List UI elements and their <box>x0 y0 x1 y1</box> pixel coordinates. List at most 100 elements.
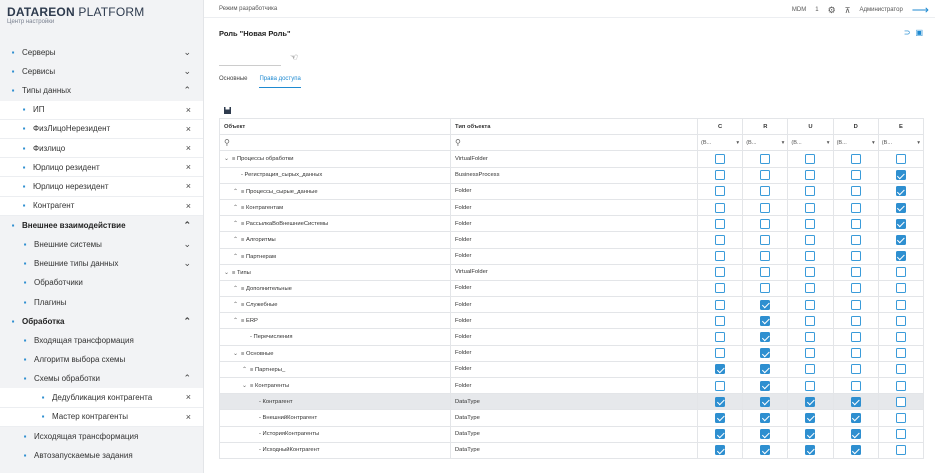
checkbox-r[interactable] <box>760 445 771 456</box>
filter-object[interactable]: ⚲ <box>219 134 451 152</box>
checkbox-r[interactable] <box>760 348 771 359</box>
filter-select-r[interactable]: (В... ▾ <box>744 140 787 146</box>
checkbox-d[interactable] <box>850 153 861 164</box>
checkbox-d[interactable] <box>850 364 861 375</box>
checkbox-e[interactable] <box>895 445 906 456</box>
close-icon[interactable]: × <box>186 105 191 115</box>
checkbox-c[interactable] <box>715 429 726 440</box>
chevron-icon[interactable]: ⌃ <box>183 316 191 327</box>
checkbox-r[interactable] <box>760 315 771 326</box>
checkbox-d[interactable] <box>850 396 861 407</box>
tree-toggle-icon[interactable]: ⌃ <box>233 188 241 195</box>
tree-toggle-icon[interactable]: ⌃ <box>233 204 241 211</box>
checkbox-e[interactable] <box>895 218 906 229</box>
checkbox-u[interactable] <box>805 364 816 375</box>
checkbox-c[interactable] <box>715 348 726 359</box>
checkbox-c[interactable] <box>715 153 726 164</box>
checkbox-e[interactable] <box>895 348 906 359</box>
sidebar-item[interactable]: ▪ ИП × <box>0 100 203 120</box>
tree-toggle-icon[interactable]: ⌃ <box>233 253 241 260</box>
chevron-icon[interactable]: ⌃ <box>183 373 191 384</box>
hierarchy-icon[interactable]: ⊼ <box>845 6 851 15</box>
table-row[interactable]: ⌃ ≡ РассылкаВоВнешниеСистемы Folder <box>219 215 925 233</box>
checkbox-c[interactable] <box>715 396 726 407</box>
checkbox-u[interactable] <box>805 396 816 407</box>
checkbox-r[interactable] <box>760 396 771 407</box>
table-row[interactable]: ‐ Перечисления Folder <box>219 328 925 346</box>
table-row[interactable]: ⌄ ≡ Основные Folder <box>219 344 925 362</box>
sidebar-item[interactable]: ▪ Внешние типы данных ⌄ <box>0 254 203 273</box>
tree-toggle-icon[interactable]: ⌄ <box>224 155 232 162</box>
tree-toggle-icon[interactable]: ⌄ <box>242 382 250 389</box>
checkbox-e[interactable] <box>895 364 906 375</box>
table-row[interactable]: ⌄ ≡ Типы VirtualFolder <box>219 263 925 281</box>
search-input[interactable] <box>219 52 281 66</box>
checkbox-d[interactable] <box>850 234 861 245</box>
checkbox-u[interactable] <box>805 153 816 164</box>
sidebar-item[interactable]: ▪ Схемы обработки ⌃ <box>0 369 203 388</box>
tab-access-rights[interactable]: Права доступа <box>259 76 301 88</box>
table-row[interactable]: ‐ ИсходныйКонтрагент DataType <box>219 441 925 459</box>
filter-select-c[interactable]: (В... ▾ <box>699 140 742 146</box>
sidebar-item[interactable]: ▪ Внешнее взаимодействие ⌃ <box>0 216 203 235</box>
checkbox-u[interactable] <box>805 202 816 213</box>
table-row[interactable]: ⌄ ≡ Процессы обработки VirtualFolder <box>219 150 925 168</box>
checkbox-d[interactable] <box>850 348 861 359</box>
checkbox-c[interactable] <box>715 170 726 181</box>
filter-select-d[interactable]: (В... ▾ <box>834 140 877 146</box>
checkbox-c[interactable] <box>715 234 726 245</box>
checkbox-c[interactable] <box>715 380 726 391</box>
sidebar-item[interactable]: ▪ Исходящая трансформация <box>0 427 203 446</box>
checkbox-d[interactable] <box>850 429 861 440</box>
table-row[interactable]: ⌃ ≡ Контрагентам Folder <box>219 198 925 217</box>
sidebar-item[interactable]: ▪ Юрлицо резидент × <box>0 158 203 178</box>
checkbox-d[interactable] <box>850 170 861 181</box>
checkbox-u[interactable] <box>805 429 816 440</box>
dev-mode-label[interactable]: Режим разработчика <box>219 6 277 12</box>
checkbox-r[interactable] <box>760 380 771 391</box>
sidebar-item[interactable]: ▪ Серверы ⌄ <box>0 43 203 62</box>
col-type[interactable]: Тип объекта <box>450 117 698 136</box>
table-row[interactable]: ⌃ ≡ Партнеры_ Folder <box>219 360 925 379</box>
table-row[interactable]: ‐ ИсторияКонтрагенты DataType <box>219 425 925 443</box>
filter-type[interactable]: ⚲ <box>450 134 698 152</box>
checkbox-c[interactable] <box>715 251 726 262</box>
chevron-icon[interactable]: ⌄ <box>183 66 191 77</box>
chevron-icon[interactable]: ⌃ <box>183 220 191 231</box>
table-row[interactable]: ⌃ ≡ Служебные Folder <box>219 296 925 314</box>
checkbox-r[interactable] <box>760 202 771 213</box>
checkbox-e[interactable] <box>895 153 906 164</box>
checkbox-c[interactable] <box>715 299 726 310</box>
checkbox-d[interactable] <box>850 332 861 343</box>
sidebar-item[interactable]: ▪ Алгоритм выбора схемы <box>0 350 203 369</box>
table-row[interactable]: ⌃ ≡ Процессы_сырые_данные Folder <box>219 182 925 200</box>
checkbox-e[interactable] <box>895 251 906 262</box>
checkbox-d[interactable] <box>850 218 861 229</box>
close-icon[interactable]: × <box>186 392 191 402</box>
checkbox-c[interactable] <box>715 445 726 456</box>
checkbox-u[interactable] <box>805 332 816 343</box>
checkbox-r[interactable] <box>760 251 771 262</box>
checkbox-d[interactable] <box>850 299 861 310</box>
col-e[interactable]: E <box>877 117 925 136</box>
checkbox-c[interactable] <box>715 315 726 326</box>
sidebar-item[interactable]: ▪ Обработчики <box>0 273 203 292</box>
sidebar-item[interactable]: ▪ Типы данных ⌃ <box>0 81 203 100</box>
checkbox-e[interactable] <box>895 170 906 181</box>
checkbox-r[interactable] <box>760 267 771 278</box>
tree-toggle-icon[interactable]: ⌃ <box>233 301 241 308</box>
close-icon[interactable]: × <box>186 201 191 211</box>
checkbox-u[interactable] <box>805 186 816 197</box>
checkbox-u[interactable] <box>805 251 816 262</box>
checkbox-e[interactable] <box>895 332 906 343</box>
checkbox-e[interactable] <box>895 267 906 278</box>
checkbox-c[interactable] <box>715 412 726 423</box>
table-row[interactable]: ⌃ ≡ Алгоритмы Folder <box>219 231 925 249</box>
checkbox-u[interactable] <box>805 412 816 423</box>
settings-icon[interactable]: ⚙ <box>828 5 836 16</box>
checkbox-u[interactable] <box>805 170 816 181</box>
checkbox-r[interactable] <box>760 364 771 375</box>
checkbox-e[interactable] <box>895 315 906 326</box>
chevron-icon[interactable]: ⌄ <box>183 47 191 58</box>
checkbox-d[interactable] <box>850 283 861 294</box>
